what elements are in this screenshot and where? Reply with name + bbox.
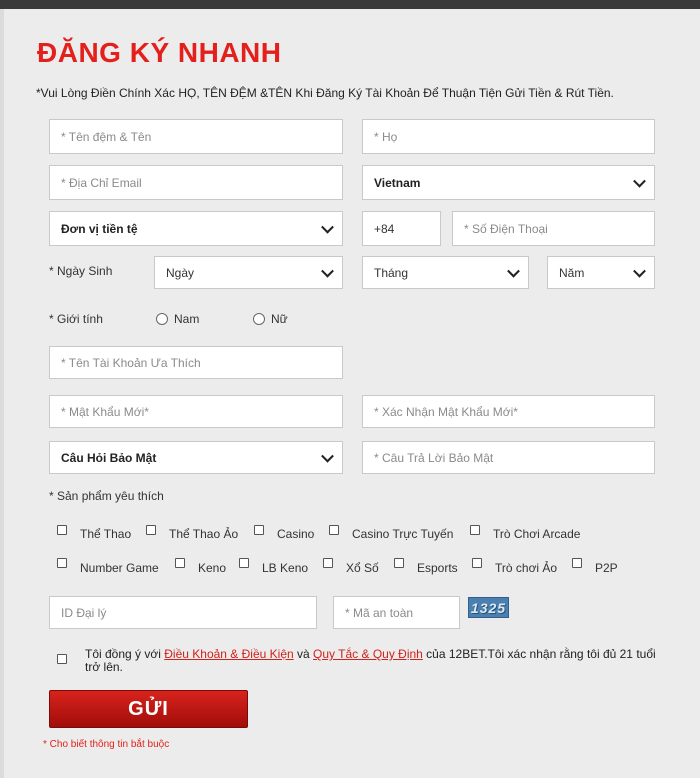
checkbox-the-thao[interactable] bbox=[57, 525, 67, 535]
product-label: Trò Chơi Arcade bbox=[493, 527, 581, 541]
rules-link[interactable]: Quy Tắc & Quy Định bbox=[313, 647, 423, 661]
checkbox-casino-truc-tuyen[interactable] bbox=[329, 525, 339, 535]
captcha-image: 1325 bbox=[468, 597, 509, 618]
product-label: Casino bbox=[277, 527, 315, 541]
first-middle-name-input[interactable]: * Tên đệm & Tên bbox=[49, 119, 343, 154]
product-label: Number Game bbox=[80, 561, 159, 575]
phone-input[interactable]: * Số Điện Thoại bbox=[452, 211, 655, 246]
gender-male-label: Nam bbox=[174, 312, 200, 326]
product-label: Xổ Số bbox=[346, 561, 379, 575]
year-value: Năm bbox=[559, 265, 585, 280]
product-label: LB Keno bbox=[262, 561, 309, 575]
product-label: Keno bbox=[198, 561, 227, 575]
checkbox-lb-keno[interactable] bbox=[239, 558, 249, 568]
year-select[interactable]: Năm bbox=[547, 256, 655, 289]
day-select[interactable]: Ngày bbox=[154, 256, 343, 289]
name-notice: *Vui Lòng Điền Chính Xác HỌ, TÊN ĐỆM &TÊ… bbox=[36, 86, 614, 100]
terms-checkbox[interactable] bbox=[57, 654, 67, 664]
chevron-down-icon bbox=[321, 449, 334, 463]
day-value: Ngày bbox=[166, 265, 195, 280]
checkbox-keno[interactable] bbox=[175, 558, 185, 568]
phone-code-input[interactable]: +84 bbox=[362, 211, 441, 246]
terms-and: và bbox=[293, 647, 314, 661]
submit-button[interactable]: GỬI bbox=[49, 690, 248, 728]
checkbox-p2p[interactable] bbox=[572, 558, 582, 568]
chevron-down-icon bbox=[633, 264, 646, 278]
country-select[interactable]: Vietnam bbox=[362, 165, 655, 200]
currency-select[interactable]: Đơn vị tiền tệ bbox=[49, 211, 343, 246]
month-select[interactable]: Tháng bbox=[362, 256, 529, 289]
radio-female[interactable] bbox=[253, 313, 265, 325]
product-label: Thể Thao bbox=[80, 527, 132, 541]
products-label: * Sản phẩm yêu thích bbox=[49, 489, 164, 503]
product-label: Trò chơi Ảo bbox=[495, 561, 558, 575]
checkbox-xo-so[interactable] bbox=[323, 558, 333, 568]
password-input[interactable]: * Mật Khẩu Mới* bbox=[49, 395, 343, 428]
checkbox-tro-choi-ao[interactable] bbox=[472, 558, 482, 568]
month-value: Tháng bbox=[374, 265, 409, 280]
dob-label: * Ngày Sinh bbox=[49, 264, 113, 278]
username-input[interactable]: * Tên Tài Khoản Ưa Thích bbox=[49, 346, 343, 379]
security-code-input[interactable]: * Mã an toàn bbox=[333, 596, 460, 629]
product-label: Casino Trực Tuyến bbox=[352, 527, 454, 541]
terms-text: Tôi đồng ý với Điều Khoản & Điều Kiện và… bbox=[85, 648, 665, 674]
checkbox-esports[interactable] bbox=[394, 558, 404, 568]
last-name-input[interactable]: * Họ bbox=[362, 119, 655, 154]
security-question-select[interactable]: Câu Hỏi Bảo Mật bbox=[49, 441, 343, 474]
security-question-value: Câu Hỏi Bảo Mật bbox=[61, 450, 157, 465]
email-input[interactable]: * Địa Chỉ Email bbox=[49, 165, 343, 200]
chevron-down-icon bbox=[633, 174, 646, 188]
left-edge bbox=[0, 9, 4, 778]
confirm-password-input[interactable]: * Xác Nhận Mật Khẩu Mới* bbox=[362, 395, 655, 428]
product-label: Esports bbox=[417, 561, 458, 575]
product-label: P2P bbox=[595, 561, 618, 575]
terms-prefix: Tôi đồng ý với bbox=[85, 647, 165, 661]
gender-female-label: Nữ bbox=[271, 312, 288, 326]
chevron-down-icon bbox=[321, 220, 334, 234]
checkbox-casino[interactable] bbox=[254, 525, 264, 535]
currency-value: Đơn vị tiền tệ bbox=[61, 221, 138, 236]
top-bar bbox=[0, 0, 700, 9]
country-value: Vietnam bbox=[374, 175, 421, 190]
radio-male[interactable] bbox=[156, 313, 168, 325]
product-label: Thể Thao Ảo bbox=[169, 527, 239, 541]
gender-male-option[interactable]: Nam bbox=[156, 312, 199, 326]
page-title: ĐĂNG KÝ NHANH bbox=[37, 37, 282, 68]
gender-female-option[interactable]: Nữ bbox=[253, 312, 288, 326]
checkbox-the-thao-ao[interactable] bbox=[146, 525, 156, 535]
checkbox-number-game[interactable] bbox=[57, 558, 67, 568]
security-answer-input[interactable]: * Câu Trả Lời Bảo Mật bbox=[362, 441, 655, 474]
terms-link[interactable]: Điều Khoản & Điều Kiện bbox=[164, 647, 293, 661]
chevron-down-icon bbox=[507, 264, 520, 278]
gender-label: * Giới tính bbox=[49, 312, 103, 326]
required-note: * Cho biết thông tin bắt buộc bbox=[43, 739, 170, 750]
agent-id-input[interactable]: ID Đại lý bbox=[49, 596, 317, 629]
chevron-down-icon bbox=[321, 264, 334, 278]
checkbox-tro-choi-arcade[interactable] bbox=[470, 525, 480, 535]
